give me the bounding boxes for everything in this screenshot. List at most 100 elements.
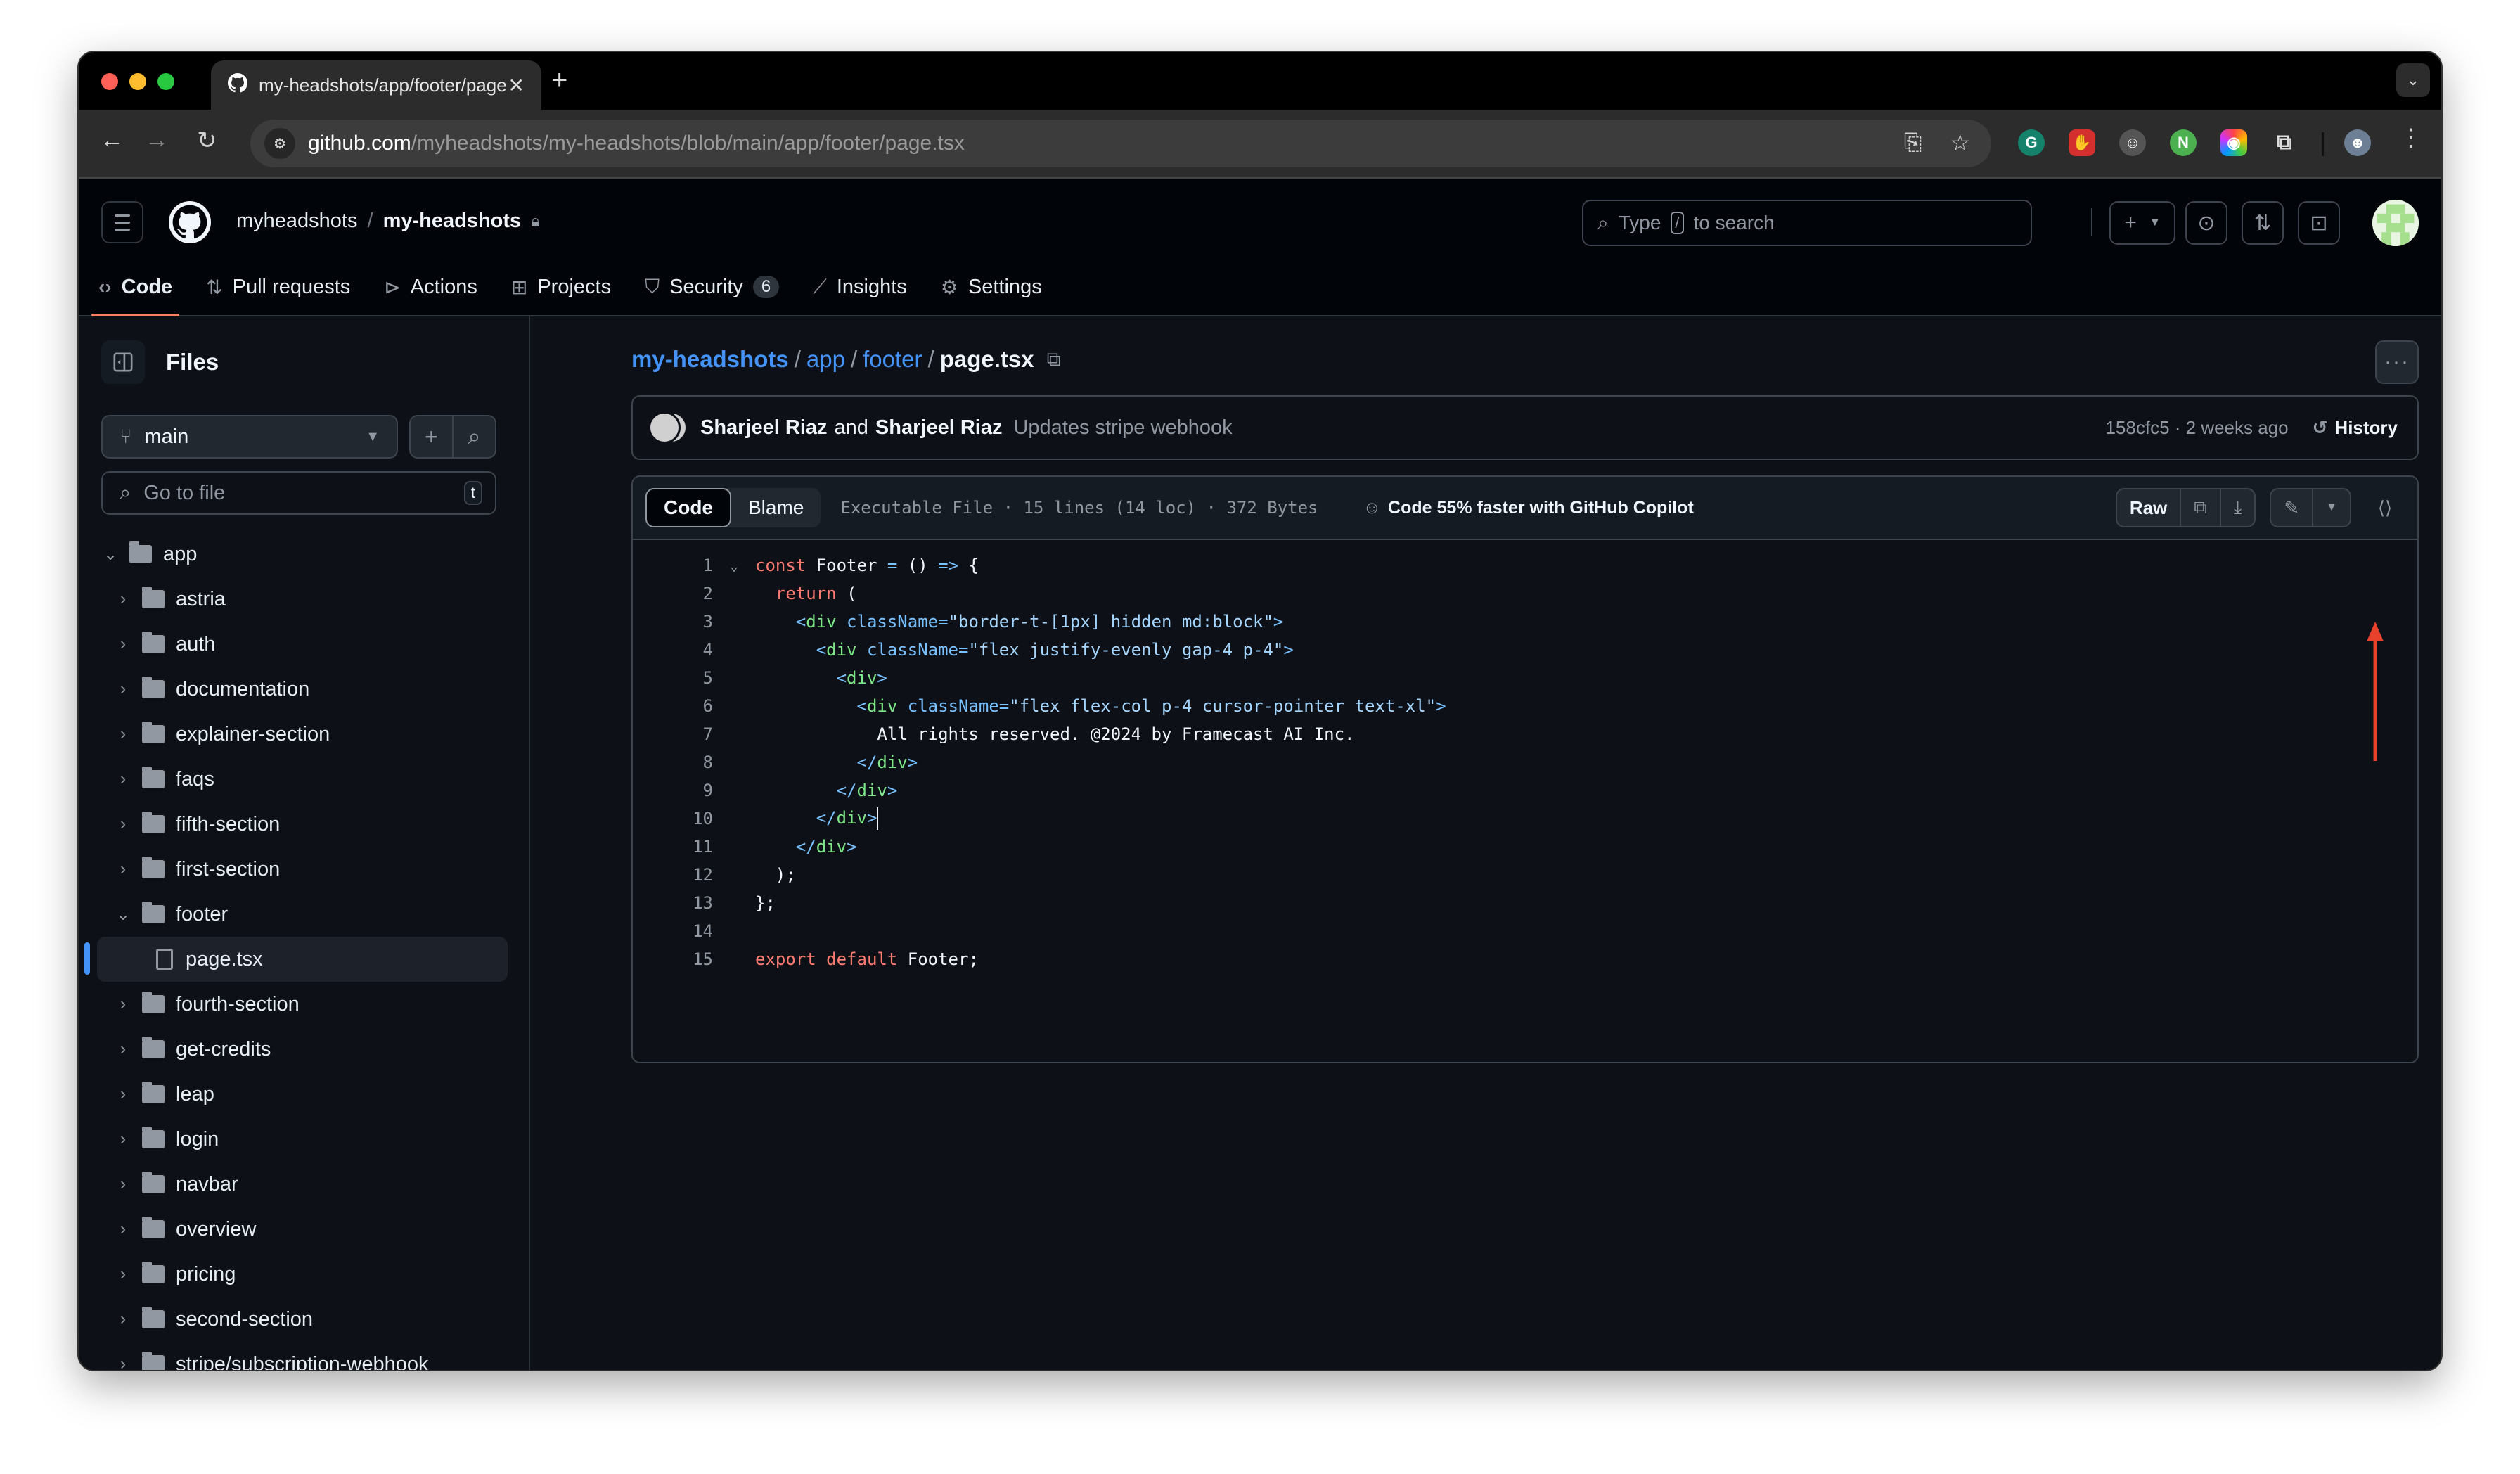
close-tab-icon[interactable]: ✕: [508, 74, 525, 97]
go-to-file-input[interactable]: ⌕ Go to file t: [101, 471, 496, 515]
user-avatar[interactable]: [2372, 200, 2419, 246]
chevron-right-icon[interactable]: ›: [112, 1354, 134, 1370]
extensions-puzzle-icon[interactable]: ⧉: [2271, 129, 2298, 156]
owner-link[interactable]: myheadshots: [236, 210, 358, 233]
tab-code[interactable]: ‹› Code: [91, 257, 180, 316]
chevron-right-icon[interactable]: ›: [112, 1084, 134, 1104]
tree-file-item[interactable]: page.tsx: [84, 937, 508, 982]
edit-file-button[interactable]: ✎: [2271, 489, 2312, 526]
issues-button[interactable]: ⊙: [2185, 201, 2228, 245]
line-number[interactable]: 13: [633, 893, 713, 913]
tree-folder-item[interactable]: › fifth-section: [79, 802, 529, 847]
copy-raw-button[interactable]: ⧉: [2180, 489, 2220, 526]
branch-selector[interactable]: ⑂ main ▼: [101, 415, 398, 459]
collapse-sidebar-button[interactable]: [101, 340, 145, 384]
chevron-right-icon[interactable]: ›: [112, 994, 134, 1014]
tab-pull-requests[interactable]: ⇅ Pull requests: [206, 257, 350, 316]
chevron-right-icon[interactable]: ›: [112, 589, 134, 609]
tab-search-chevron-icon[interactable]: ⌄: [2396, 63, 2430, 97]
tab-actions[interactable]: ⊳ Actions: [384, 257, 477, 316]
line-number[interactable]: 12: [633, 865, 713, 885]
profile-avatar[interactable]: ☻: [2344, 129, 2371, 156]
pull-requests-button[interactable]: ⇅: [2242, 201, 2284, 245]
maximize-window-button[interactable]: [158, 73, 174, 90]
tree-folder-item[interactable]: › faqs: [79, 757, 529, 802]
tab-settings[interactable]: ⚙ Settings: [941, 257, 1042, 316]
commit-author-link[interactable]: Sharjeel Riaz: [700, 416, 828, 440]
global-search-input[interactable]: ⌕ Type / to search: [1582, 200, 2032, 246]
reload-icon[interactable]: ↻: [197, 127, 217, 155]
tree-folder-item[interactable]: ⌄ app: [79, 532, 529, 577]
nimbus-extension-icon[interactable]: N: [2170, 129, 2197, 156]
breadcrumb-repo-link[interactable]: my-headshots: [631, 346, 789, 373]
line-number[interactable]: 14: [633, 921, 713, 941]
line-number[interactable]: 9: [633, 781, 713, 800]
more-options-button[interactable]: ···: [2375, 340, 2419, 384]
adblock-extension-icon[interactable]: ✋: [2069, 129, 2095, 156]
tree-folder-item[interactable]: › explainer-section: [79, 712, 529, 757]
chevron-right-icon[interactable]: ›: [112, 814, 134, 834]
breadcrumb-footer-link[interactable]: footer: [863, 346, 922, 373]
close-window-button[interactable]: [101, 73, 118, 90]
search-files-button[interactable]: ⌕: [452, 416, 495, 457]
chevron-down-icon[interactable]: ⌄: [112, 904, 134, 925]
chevron-right-icon[interactable]: ›: [112, 1129, 134, 1149]
browser-tab[interactable]: my-headshots/app/footer/page.tsx ✕: [211, 60, 541, 110]
line-number[interactable]: 15: [633, 949, 713, 969]
chevron-right-icon[interactable]: ›: [112, 1174, 134, 1194]
copy-path-icon[interactable]: ⧉: [1047, 348, 1061, 371]
commit-message-link[interactable]: Updates stripe webhook: [1013, 416, 1232, 440]
line-number[interactable]: 1: [633, 556, 713, 575]
history-button[interactable]: ↺ History: [2313, 417, 2398, 439]
robot-extension-icon[interactable]: ☺: [2119, 129, 2146, 156]
copilot-promo-link[interactable]: ☺ Code 55% faster with GitHub Copilot: [1363, 498, 1694, 518]
download-button[interactable]: ⤓: [2219, 489, 2255, 526]
line-number[interactable]: 7: [633, 724, 713, 744]
tree-folder-item[interactable]: › get-credits: [79, 1027, 529, 1072]
commit-meta[interactable]: 158cfc5 · 2 weeks ago: [2105, 417, 2288, 439]
line-number[interactable]: 11: [633, 837, 713, 857]
line-number[interactable]: 8: [633, 752, 713, 772]
line-number[interactable]: 10: [633, 809, 713, 828]
tree-folder-item[interactable]: › leap: [79, 1072, 529, 1117]
fold-chevron-icon[interactable]: ⌄: [713, 557, 755, 574]
edit-options-button[interactable]: ▼: [2312, 489, 2350, 526]
chevron-right-icon[interactable]: ›: [112, 1039, 134, 1059]
hamburger-menu-button[interactable]: [101, 201, 143, 243]
tree-folder-item[interactable]: › auth: [79, 622, 529, 667]
tree-folder-item[interactable]: › stripe/subscription-webhook: [79, 1342, 529, 1370]
line-number[interactable]: 4: [633, 640, 713, 660]
install-app-icon[interactable]: ⎘: [1904, 129, 1922, 156]
tab-security[interactable]: ⛉ Security 6: [645, 257, 780, 316]
chevron-right-icon[interactable]: ›: [112, 1264, 134, 1284]
bookmark-star-icon[interactable]: ☆: [1950, 129, 1970, 156]
site-settings-icon[interactable]: ⚙: [264, 128, 295, 159]
blame-view-tab[interactable]: Blame: [731, 488, 821, 527]
chevron-right-icon[interactable]: ›: [112, 769, 134, 789]
chevron-right-icon[interactable]: ›: [112, 1309, 134, 1329]
back-arrow-icon[interactable]: ←: [100, 127, 124, 154]
code-view-tab[interactable]: Code: [645, 488, 731, 527]
github-logo-icon[interactable]: [169, 201, 211, 243]
chevron-right-icon[interactable]: ›: [112, 724, 134, 744]
tree-folder-item[interactable]: › fourth-section: [79, 982, 529, 1027]
forward-arrow-icon[interactable]: →: [145, 127, 169, 154]
commit-coauthor-link[interactable]: Sharjeel Riaz: [875, 416, 1003, 440]
tree-folder-item[interactable]: ⌄ footer: [79, 892, 529, 937]
line-number[interactable]: 5: [633, 668, 713, 688]
line-number[interactable]: 6: [633, 696, 713, 716]
chevron-right-icon[interactable]: ›: [112, 859, 134, 879]
new-tab-icon[interactable]: +: [551, 65, 567, 96]
tree-folder-item[interactable]: › overview: [79, 1207, 529, 1252]
grammarly-extension-icon[interactable]: G: [2018, 129, 2045, 156]
add-file-button[interactable]: +: [411, 416, 452, 457]
chevron-right-icon[interactable]: ›: [112, 1219, 134, 1239]
inbox-button[interactable]: ⊡: [2298, 201, 2340, 245]
create-new-button[interactable]: + ▼: [2109, 201, 2175, 245]
line-number[interactable]: 2: [633, 584, 713, 603]
chevron-down-icon[interactable]: ⌄: [100, 544, 121, 565]
tree-folder-item[interactable]: › second-section: [79, 1297, 529, 1342]
tree-folder-item[interactable]: › pricing: [79, 1252, 529, 1297]
tree-folder-item[interactable]: › documentation: [79, 667, 529, 712]
minimize-window-button[interactable]: [129, 73, 146, 90]
